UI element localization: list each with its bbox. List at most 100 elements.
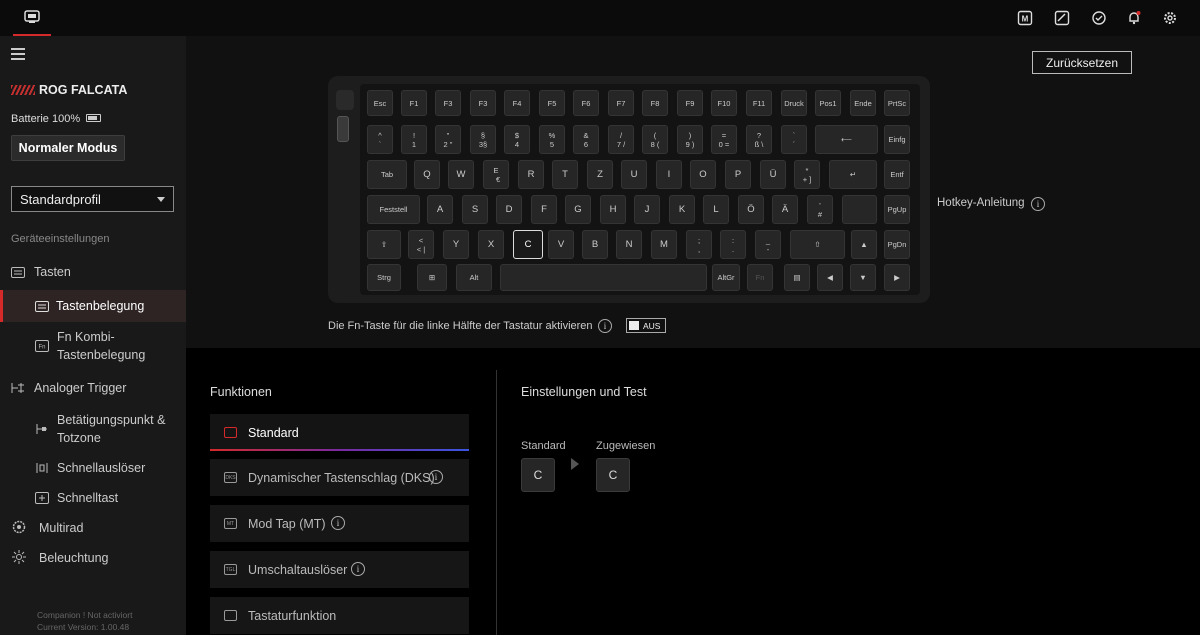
sidebar-item-quick-key[interactable]: Schnelltast <box>0 488 186 508</box>
info-icon[interactable]: i <box>429 470 443 484</box>
function-keyboard[interactable]: Tastaturfunktion <box>210 597 469 634</box>
letter-key[interactable]: : . <box>720 230 746 259</box>
info-icon[interactable]: i <box>331 516 345 530</box>
letter-key[interactable]: A <box>427 195 453 224</box>
sync-icon[interactable] <box>1088 7 1110 29</box>
modifier-key[interactable]: AltGr <box>712 264 740 291</box>
hotkey-guide-link[interactable]: Hotkey-Anleitung <box>937 197 1025 209</box>
letter-key[interactable]: U <box>621 160 647 189</box>
mode-button[interactable]: Normaler Modus <box>11 135 125 161</box>
letter-key[interactable]: D <box>496 195 522 224</box>
fkey[interactable]: F1 <box>401 90 427 116</box>
letter-key[interactable]: PgUp <box>884 195 910 224</box>
letter-key[interactable]: Y <box>443 230 469 259</box>
letter-key[interactable]: X <box>478 230 504 259</box>
sidebar-item-fn-combo[interactable]: Fn Fn Kombi- Tastenbelegung <box>0 328 186 364</box>
bell-icon[interactable] <box>1123 7 1145 29</box>
letter-key[interactable]: Q <box>414 160 440 189</box>
letter-key[interactable]: ⇧ <box>790 230 845 259</box>
number-key[interactable]: % 5 <box>539 125 565 154</box>
modifier-key[interactable]: ⊞ <box>417 264 447 291</box>
letter-key[interactable]: ▲ <box>851 230 877 259</box>
letter-key[interactable]: * + ] <box>794 160 820 189</box>
letter-key[interactable]: F <box>531 195 557 224</box>
letter-key[interactable]: M <box>651 230 677 259</box>
letter-key[interactable]: S <box>462 195 488 224</box>
function-mod-tap[interactable]: MT Mod Tap (MT) i <box>210 505 469 542</box>
reset-button[interactable]: Zurücksetzen <box>1032 51 1132 74</box>
letter-key[interactable]: K <box>669 195 695 224</box>
letter-key[interactable]: L <box>703 195 729 224</box>
fkey[interactable]: F6 <box>573 90 599 116</box>
sidebar-item-lighting[interactable]: Beleuchtung <box>0 548 186 568</box>
letter-key[interactable]: Tab <box>367 160 407 189</box>
fkey[interactable]: Esc <box>367 90 393 116</box>
number-key[interactable]: ? ß \ <box>746 125 772 154</box>
app-logo-icon[interactable] <box>13 0 51 36</box>
gear-icon[interactable] <box>1159 7 1181 29</box>
fkey[interactable]: F3 <box>470 90 496 116</box>
volume-knob-icon[interactable] <box>337 116 349 142</box>
device-m-icon[interactable]: M <box>1014 7 1036 29</box>
letter-key[interactable]: PgDn <box>884 230 910 259</box>
letter-key[interactable]: < < | <box>408 230 434 259</box>
hamburger-menu-icon[interactable] <box>11 48 25 60</box>
letter-key[interactable]: N <box>616 230 642 259</box>
number-key[interactable]: ! 1 <box>401 125 427 154</box>
modifier-key[interactable]: ▤ <box>784 264 810 291</box>
number-key[interactable]: ⟵ <box>815 125 878 154</box>
space-key[interactable] <box>500 264 707 291</box>
info-icon[interactable]: i <box>598 319 612 333</box>
letter-key[interactable]: Entf <box>884 160 910 189</box>
modifier-key[interactable]: ◀ <box>817 264 843 291</box>
number-key[interactable]: ( 8 ( <box>642 125 668 154</box>
sidebar-item-keys[interactable]: Tasten <box>0 262 186 282</box>
fkey[interactable]: Pos1 <box>815 90 841 116</box>
letter-key[interactable]: I <box>656 160 682 189</box>
fkey[interactable]: F8 <box>642 90 668 116</box>
number-key[interactable]: § 3§ <box>470 125 496 154</box>
letter-key[interactable]: O <box>690 160 716 189</box>
fkey[interactable]: F3 <box>435 90 461 116</box>
sidebar-item-analog-trigger[interactable]: Analoger Trigger <box>0 378 186 398</box>
fkey[interactable]: F11 <box>746 90 772 116</box>
letter-key[interactable]: Ä <box>772 195 798 224</box>
letter-key[interactable]: Feststell <box>367 195 420 224</box>
number-key[interactable]: / 7 / <box>608 125 634 154</box>
letter-key[interactable]: _ - <box>755 230 781 259</box>
function-standard[interactable]: Standard <box>210 414 469 451</box>
fkey[interactable]: Druck <box>781 90 807 116</box>
letter-key[interactable]: ↵ <box>829 160 877 189</box>
number-key[interactable]: $ 4 <box>504 125 530 154</box>
letter-key[interactable]: P <box>725 160 751 189</box>
sidebar-item-key-mapping[interactable]: Tastenbelegung <box>0 290 186 322</box>
letter-key[interactable]: ; , <box>686 230 712 259</box>
fkey[interactable]: F7 <box>608 90 634 116</box>
letter-key[interactable]: V <box>548 230 574 259</box>
fkey[interactable]: F10 <box>711 90 737 116</box>
fkey[interactable]: PrtSc <box>884 90 910 116</box>
letter-key[interactable]: W <box>448 160 474 189</box>
profile-select[interactable]: Standardprofil <box>11 186 174 212</box>
letter-key[interactable]: G <box>565 195 591 224</box>
modifier-key[interactable]: Fn <box>747 264 773 291</box>
photo-edit-icon[interactable] <box>1051 7 1073 29</box>
letter-key[interactable]: T <box>552 160 578 189</box>
number-key[interactable]: & 6 <box>573 125 599 154</box>
key-c-selected[interactable]: C <box>513 230 543 259</box>
modifier-key[interactable]: ▼ <box>850 264 876 291</box>
fkey[interactable]: Ende <box>850 90 876 116</box>
letter-key[interactable]: J <box>634 195 660 224</box>
sidebar-item-rapid-trigger[interactable]: Schnellauslöser <box>0 458 186 478</box>
fkey[interactable]: F9 <box>677 90 703 116</box>
sidebar-item-multi-wheel[interactable]: Multirad <box>0 518 186 538</box>
letter-key[interactable]: H <box>600 195 626 224</box>
sidebar-item-actuation[interactable]: Betätigungspunkt & Totzone <box>0 411 186 447</box>
info-icon[interactable]: i <box>351 562 365 576</box>
number-key[interactable]: ) 9 ) <box>677 125 703 154</box>
number-key[interactable]: " 2 " <box>435 125 461 154</box>
modifier-key[interactable]: Alt <box>456 264 492 291</box>
fn-toggle[interactable]: AUS <box>626 318 666 333</box>
letter-key[interactable]: ' # <box>807 195 833 224</box>
enter-key-lower[interactable] <box>842 195 877 224</box>
